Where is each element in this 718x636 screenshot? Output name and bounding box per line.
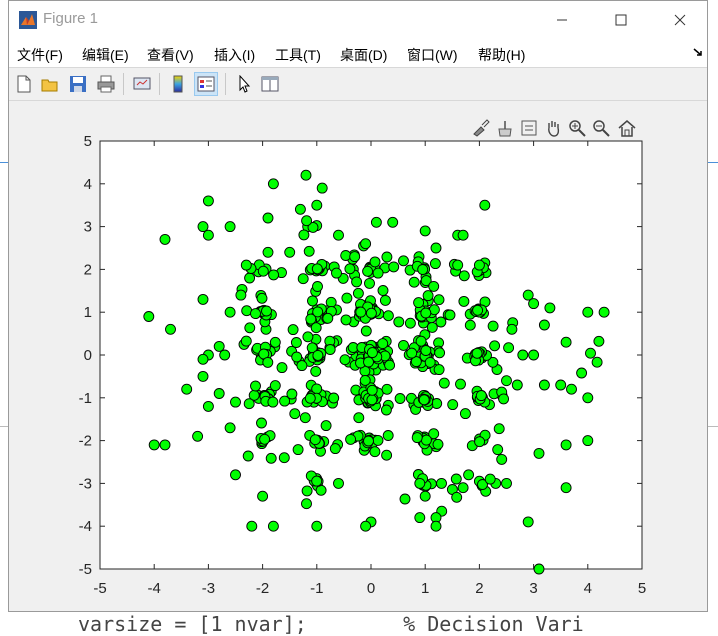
brush-icon [473,119,490,137]
menu-help[interactable]: 帮助(H) [478,45,525,65]
menu-view[interactable]: 查看(V) [147,45,194,65]
link-plot-icon [133,77,151,90]
close-button[interactable] [657,1,703,39]
property-editor-button[interactable] [259,73,281,95]
pointer-button[interactable] [233,73,255,95]
menu-bar: 文件(F) 编辑(E) 查看(V) 插入(I) 工具(T) 桌面(D) 窗口(W… [9,39,707,67]
zoom-out-icon [593,120,610,137]
datatip-icon [521,120,537,136]
pan-button[interactable] [543,117,563,139]
window-title: Figure 1 [43,10,99,27]
toolbar-separator [159,73,160,95]
legend-button[interactable] [194,72,218,96]
colorbar-button[interactable] [167,73,189,95]
new-figure-button[interactable] [13,73,35,95]
data-cursor-icon [498,121,512,137]
figure-window: Figure 1 文件(F) 编辑(E) 查看(V) 插入(I) 工具(T) 桌… [8,0,708,612]
background-divider [0,162,8,163]
toolbar-separator [123,73,124,95]
save-button[interactable] [67,73,89,95]
home-icon [618,120,636,137]
background-divider [708,162,718,163]
zoom-out-button[interactable] [591,117,611,139]
data-tip-button[interactable] [519,117,539,139]
menu-tools[interactable]: 工具(T) [275,45,321,65]
menu-edit[interactable]: 编辑(E) [82,45,129,65]
menu-desktop[interactable]: 桌面(D) [340,45,387,65]
matlab-logo-icon [19,11,37,29]
minimize-icon [557,19,567,21]
minimize-button[interactable] [539,1,585,39]
open-file-button[interactable] [39,73,61,95]
toolbar-separator [225,73,226,95]
print-button[interactable] [95,73,117,95]
background-divider [0,426,8,427]
home-button[interactable] [617,117,637,139]
menu-file[interactable]: 文件(F) [17,45,63,65]
link-plot-button[interactable] [131,73,153,95]
close-icon [674,14,686,26]
print-icon [97,75,115,93]
zoom-in-button[interactable] [567,117,587,139]
legend-icon [197,76,215,92]
brush-button[interactable] [471,117,491,139]
data-brush-button[interactable] [495,117,515,139]
background-divider [708,426,718,427]
background-editor-edge [708,0,718,636]
menu-insert[interactable]: 插入(I) [214,45,255,65]
maximize-button[interactable] [598,1,644,39]
zoom-in-icon [569,120,586,137]
menu-window[interactable]: 窗口(W) [407,45,458,65]
pointer-icon [239,75,251,93]
save-icon [70,76,86,92]
maximize-icon [615,14,627,26]
title-bar: Figure 1 [9,1,707,39]
pan-icon [548,121,560,137]
new-figure-icon [17,75,31,93]
open-file-icon [41,79,58,92]
dock-arrow-icon[interactable] [693,47,703,57]
figure-area [9,101,707,611]
colorbar-icon [173,75,183,93]
property-editor-icon [261,76,279,92]
background-code-line: varsize = [1 nvar]; % Decision Vari [78,612,584,636]
figure-toolbar [9,67,707,101]
